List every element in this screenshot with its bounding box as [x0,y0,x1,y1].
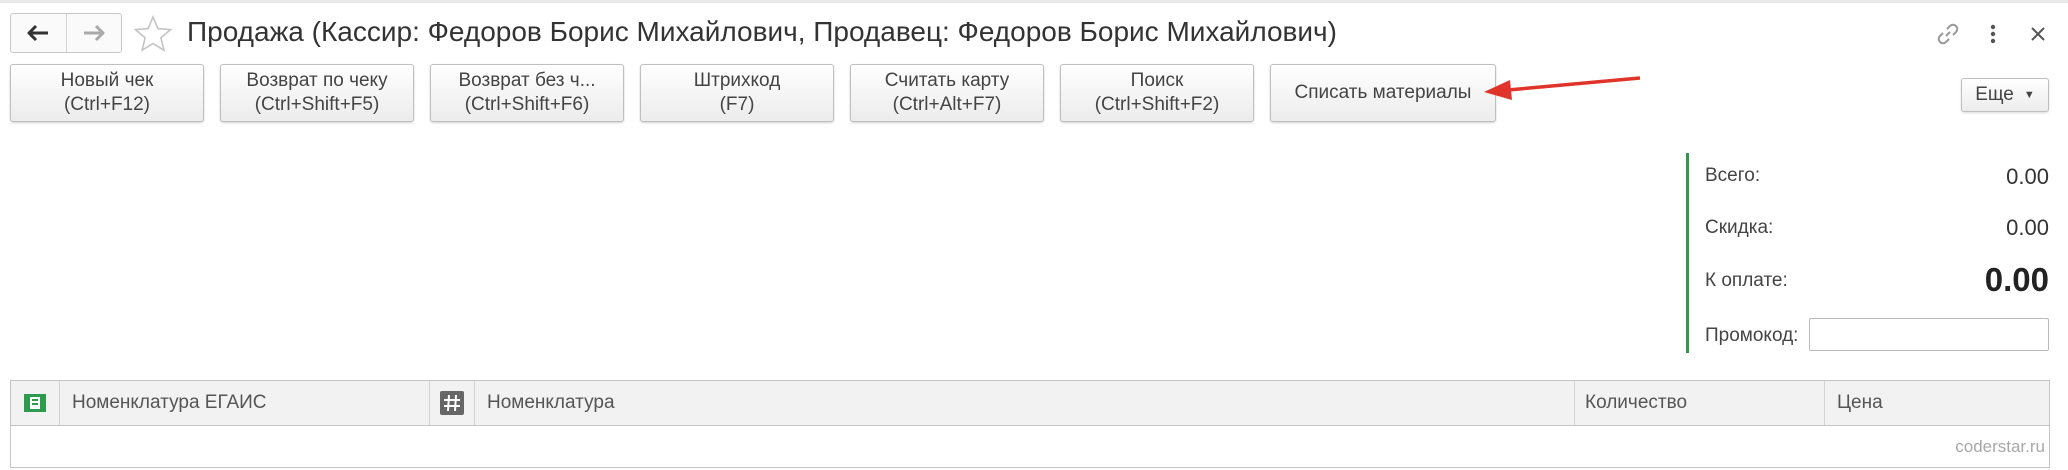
back-arrow-icon [27,24,49,42]
window-top-border [0,0,2068,3]
more-vertical-icon [1990,24,1996,44]
column-header-nomenclature[interactable]: Номенклатура [474,381,1574,425]
table-header: Номенклатура ЕГАИС Номенклатура Количест… [11,381,2049,426]
egais-column-header[interactable] [11,381,59,425]
chevron-down-icon: ▼ [2023,89,2035,101]
navigation-buttons [10,13,122,53]
watermark: coderstar.ru [1955,437,2045,456]
egais-icon [24,394,46,412]
favorite-star-button[interactable] [133,14,173,54]
read-card-button[interactable]: Считать карту (Ctrl+Alt+F7) [850,64,1044,122]
promo-code-input[interactable] [1809,318,2049,351]
total-value: 0.00 [2006,164,2049,189]
items-table[interactable]: Номенклатура ЕГАИС Номенклатура Количест… [10,380,2050,468]
hash-icon [440,391,464,415]
column-header-egais-nomenclature[interactable]: Номенклатура ЕГАИС [59,381,429,425]
to-pay-label: К оплате: [1705,270,1788,291]
more-dropdown-button[interactable]: Еще ▼ [1961,78,2049,112]
discount-value: 0.00 [2006,215,2049,240]
column-header-quantity[interactable]: Количество [1574,381,1824,425]
back-button[interactable] [11,14,66,52]
promo-label: Промокод: [1705,325,1799,346]
column-header-price[interactable]: Цена [1824,381,2049,425]
more-actions-button[interactable] [1977,18,2009,50]
favorite-star-icon [133,14,173,52]
discount-label: Скидка: [1705,217,1774,238]
barcode-button[interactable]: Штрихкод (F7) [640,64,834,122]
new-receipt-button[interactable]: Новый чек (Ctrl+F12) [10,64,204,122]
total-label: Всего: [1705,165,1761,186]
return-without-receipt-button[interactable]: Возврат без ч... (Ctrl+Shift+F6) [430,64,624,122]
link-icon [1937,23,1959,45]
write-off-materials-button[interactable]: Списать материалы [1270,64,1496,122]
close-button[interactable] [2022,18,2054,50]
forward-arrow-icon [83,24,105,42]
page-title: Продажа (Кассир: Федоров Борис Михайлови… [187,16,1337,47]
close-icon [2031,27,2045,41]
to-pay-value: 0.00 [1984,261,2049,298]
hash-column-header[interactable] [429,381,474,425]
return-by-receipt-button[interactable]: Возврат по чеку (Ctrl+Shift+F5) [220,64,414,122]
forward-button[interactable] [65,14,122,52]
search-button[interactable]: Поиск (Ctrl+Shift+F2) [1060,64,1254,122]
totals-accent-bar [1686,153,1689,353]
link-button[interactable] [1932,18,1964,50]
